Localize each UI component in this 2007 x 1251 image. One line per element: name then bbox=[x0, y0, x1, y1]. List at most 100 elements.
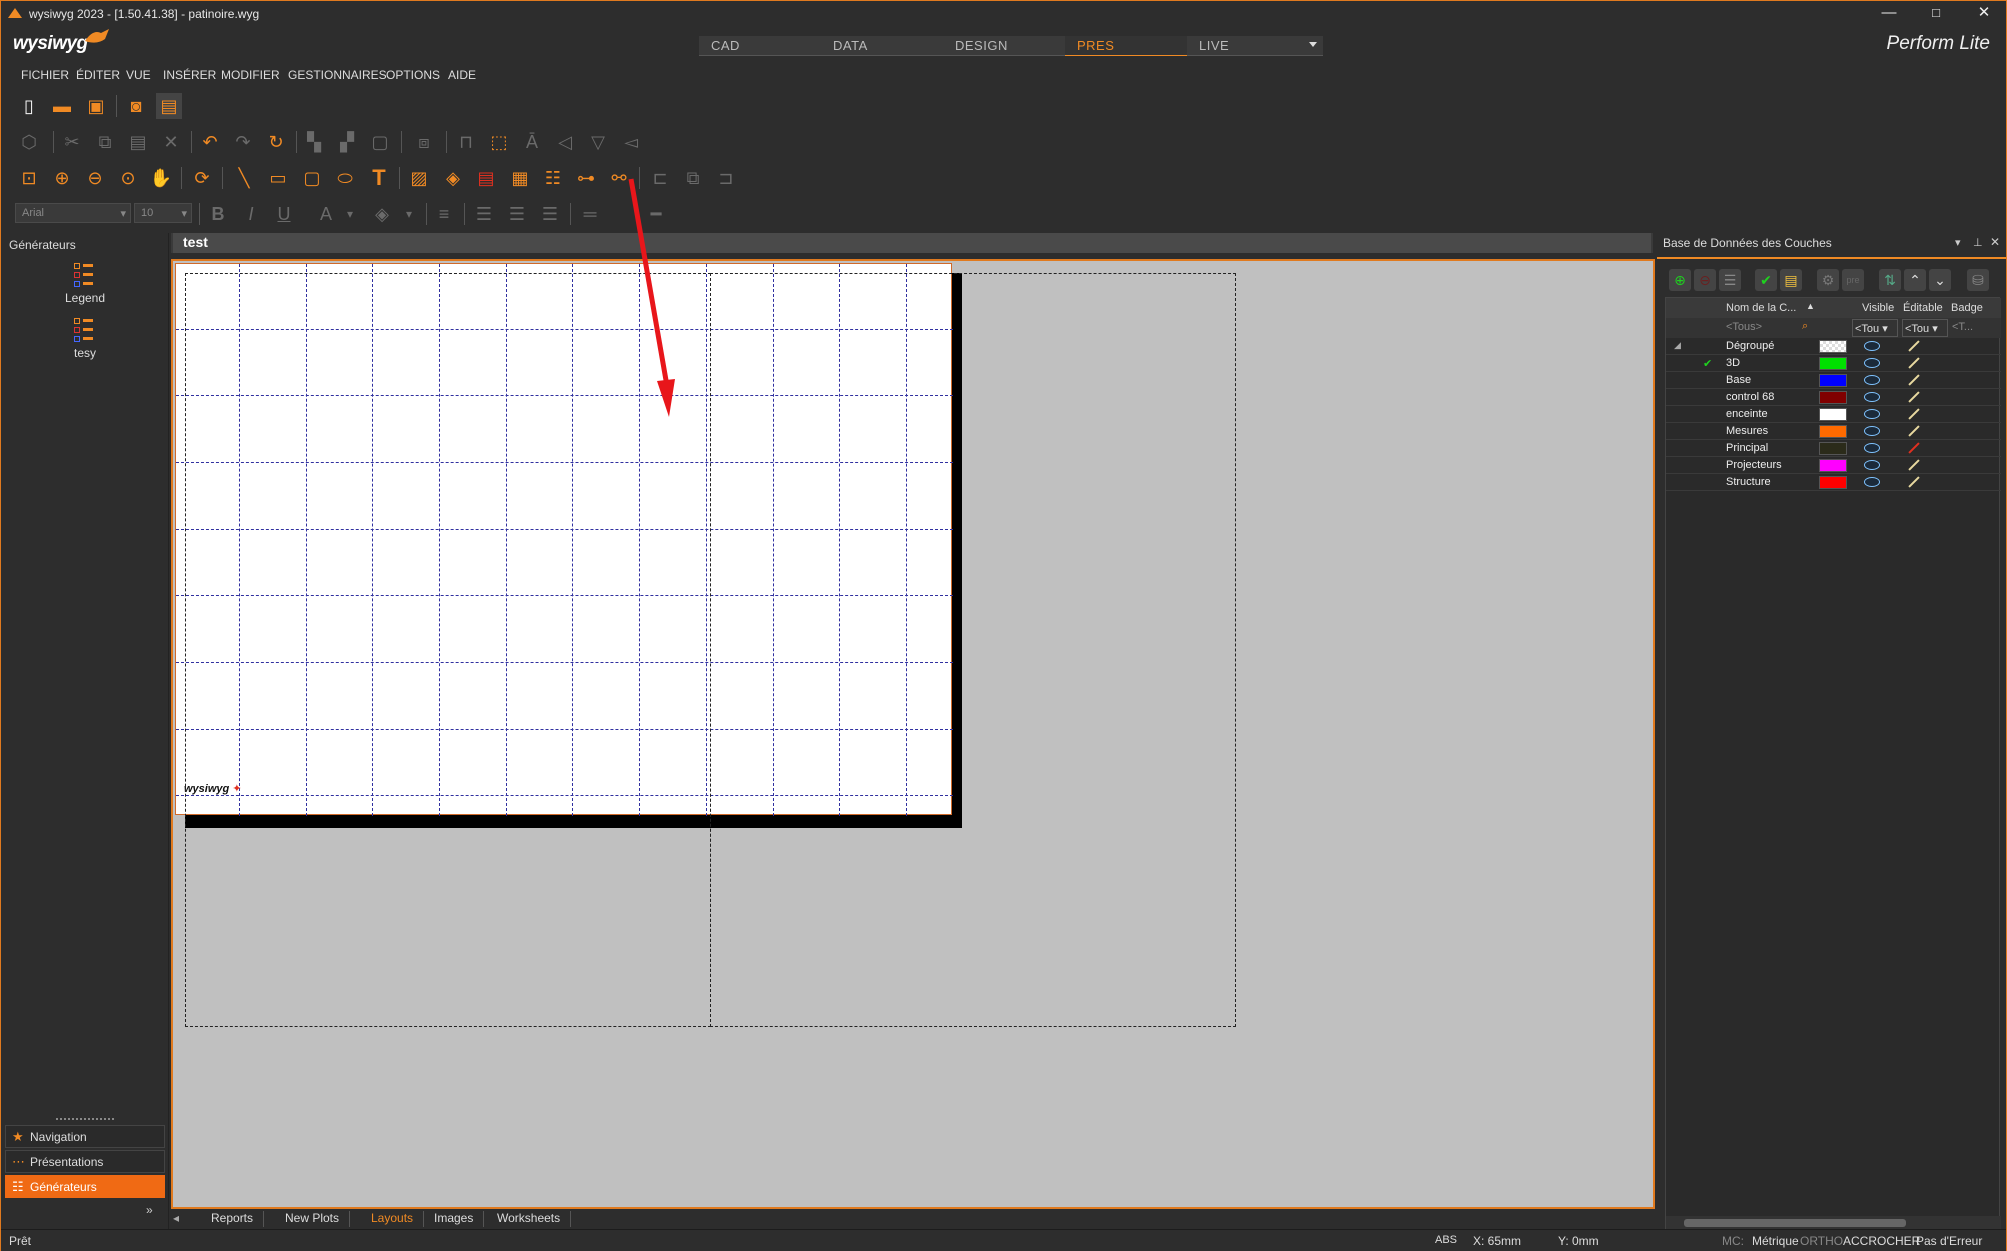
menu-gestionnaires[interactable]: GESTIONNAIRES bbox=[288, 68, 387, 82]
layer-color-swatch[interactable] bbox=[1819, 357, 1847, 370]
nav-presentations-button[interactable]: ⋯ Présentations bbox=[5, 1150, 165, 1173]
zoom-extents-icon[interactable]: ⊡ bbox=[16, 165, 42, 191]
generator-legend[interactable]: Legend bbox=[1, 261, 169, 305]
align-center-icon[interactable]: ☰ bbox=[504, 201, 530, 227]
nav-navigation-button[interactable]: ★ Navigation bbox=[5, 1125, 165, 1148]
status-snap[interactable]: ACCROCHER bbox=[1843, 1234, 1920, 1248]
layer-color-swatch[interactable] bbox=[1819, 408, 1847, 421]
text-color-icon[interactable]: A bbox=[313, 201, 339, 227]
filter-visible-select[interactable]: <Tou ▾ bbox=[1852, 319, 1898, 337]
insert-table-icon[interactable]: ▦ bbox=[507, 165, 533, 191]
select-box-icon[interactable]: ⬚ bbox=[486, 129, 512, 155]
layer-row[interactable]: Base bbox=[1666, 372, 2001, 389]
close-button[interactable]: ✕ bbox=[1969, 3, 1999, 23]
panel-menu-icon[interactable]: ▾ bbox=[1955, 236, 1961, 249]
tab-worksheets[interactable]: Worksheets bbox=[487, 1211, 572, 1227]
filter-name-input[interactable]: <Tous> bbox=[1726, 321, 1762, 333]
align-right-tool-icon[interactable]: ⊐ bbox=[713, 165, 739, 191]
insert-legend-icon[interactable]: ☷ bbox=[540, 165, 566, 191]
layer-name[interactable]: Projecteurs bbox=[1726, 459, 1782, 471]
visible-eye-icon[interactable] bbox=[1864, 443, 1880, 453]
layer-color-swatch[interactable] bbox=[1819, 459, 1847, 472]
maximize-button[interactable]: □ bbox=[1921, 3, 1951, 23]
paste-icon[interactable]: ▤ bbox=[125, 129, 151, 155]
rotate-icon[interactable]: ⟳ bbox=[189, 165, 215, 191]
flip-vertical-icon[interactable]: ▽ bbox=[585, 129, 611, 155]
layer-color-swatch[interactable] bbox=[1819, 442, 1847, 455]
editable-pencil-icon[interactable] bbox=[1908, 459, 1920, 471]
menu-fichier[interactable]: FICHIER bbox=[21, 68, 69, 82]
text-tool-icon[interactable]: T bbox=[366, 165, 392, 191]
delete-icon[interactable]: ✕ bbox=[158, 129, 184, 155]
tab-reports[interactable]: Reports bbox=[201, 1211, 265, 1227]
minimize-button[interactable]: — bbox=[1874, 3, 1904, 23]
editable-pencil-icon[interactable] bbox=[1908, 340, 1920, 352]
layer-color-swatch[interactable] bbox=[1819, 391, 1847, 404]
mode-live[interactable]: LIVE bbox=[1187, 36, 1323, 56]
tab-new-plots[interactable]: New Plots bbox=[275, 1211, 351, 1227]
layer-name[interactable]: Principal bbox=[1726, 442, 1768, 454]
col-name[interactable]: Nom de la C... bbox=[1726, 302, 1796, 314]
layer-color-swatch[interactable] bbox=[1819, 425, 1847, 438]
move-down-icon[interactable]: ⌄ bbox=[1929, 269, 1951, 291]
mode-pres[interactable]: PRES bbox=[1065, 36, 1201, 56]
visible-eye-icon[interactable] bbox=[1864, 460, 1880, 470]
menu-inserer[interactable]: INSÉRER bbox=[163, 68, 216, 82]
layer-name[interactable]: Dégroupé bbox=[1726, 340, 1774, 352]
locked-pencil-icon[interactable] bbox=[1908, 442, 1920, 454]
status-errors[interactable]: Pas d'Erreur bbox=[1916, 1234, 1982, 1248]
menu-vue[interactable]: VUE bbox=[126, 68, 151, 82]
align-right-icon[interactable]: ☰ bbox=[537, 201, 563, 227]
new-file-icon[interactable]: ▯ bbox=[16, 93, 42, 119]
print-icon[interactable]: ▤ bbox=[156, 93, 182, 119]
visible-eye-icon[interactable] bbox=[1864, 477, 1880, 487]
bold-icon[interactable]: B bbox=[205, 201, 231, 227]
visible-eye-icon[interactable] bbox=[1864, 341, 1880, 351]
insert-image-icon[interactable]: ▨ bbox=[406, 165, 432, 191]
line-icon[interactable]: ╲ bbox=[231, 165, 257, 191]
properties-icon[interactable]: ▢ bbox=[367, 129, 393, 155]
paragraph-icon[interactable]: ≡ bbox=[431, 201, 457, 227]
font-size-select[interactable]: 10 ▾ bbox=[134, 203, 192, 223]
mode-cad[interactable]: CAD bbox=[699, 36, 835, 56]
editable-pencil-icon[interactable] bbox=[1908, 408, 1920, 420]
nav-generators-button[interactable]: ☷ Générateurs bbox=[5, 1175, 165, 1198]
font-name-select[interactable]: Arial ▾ bbox=[15, 203, 131, 223]
text-style-icon[interactable]: Ā bbox=[519, 129, 545, 155]
italic-icon[interactable]: I bbox=[238, 201, 264, 227]
tab-images[interactable]: Images bbox=[424, 1211, 485, 1227]
sort-icon[interactable]: ⇅ bbox=[1879, 269, 1901, 291]
arrange-icon[interactable]: ⧈ bbox=[411, 129, 437, 155]
expand-chevron-icon[interactable]: » bbox=[146, 1203, 153, 1217]
zoom-in-icon[interactable]: ⊕ bbox=[49, 165, 75, 191]
col-visible[interactable]: Visible bbox=[1862, 302, 1894, 314]
mode-design[interactable]: DESIGN bbox=[943, 36, 1079, 56]
visible-eye-icon[interactable] bbox=[1864, 426, 1880, 436]
save-icon[interactable]: ▣ bbox=[83, 93, 109, 119]
visible-eye-icon[interactable] bbox=[1864, 375, 1880, 385]
layer-name[interactable]: enceinte bbox=[1726, 408, 1768, 420]
menu-editer[interactable]: ÉDITER bbox=[76, 68, 120, 82]
insert-3d-view-icon[interactable]: ◈ bbox=[440, 165, 466, 191]
layout-canvas[interactable]: wysiwyg ✦ bbox=[171, 259, 1655, 1209]
set-current-icon[interactable]: ✔ bbox=[1755, 269, 1777, 291]
add-layer-icon[interactable]: ⊕ bbox=[1669, 269, 1691, 291]
editable-pencil-icon[interactable] bbox=[1908, 425, 1920, 437]
editable-pencil-icon[interactable] bbox=[1908, 357, 1920, 369]
filter-editable-select[interactable]: <Tou ▾ bbox=[1902, 319, 1948, 337]
layer-color-swatch[interactable] bbox=[1819, 374, 1847, 387]
horizontal-scrollbar[interactable] bbox=[1666, 1216, 2001, 1230]
document-tab[interactable]: test bbox=[173, 233, 1651, 253]
layer-row[interactable]: ✔ 3D bbox=[1666, 355, 2001, 372]
layer-row[interactable]: control 68 bbox=[1666, 389, 2001, 406]
move-up-icon[interactable]: ⌃ bbox=[1904, 269, 1926, 291]
pre-icon[interactable]: pre bbox=[1842, 269, 1864, 291]
filter-icon[interactable]: ☰ bbox=[1719, 269, 1741, 291]
layer-color-swatch[interactable] bbox=[1819, 476, 1847, 489]
underline-icon[interactable]: U bbox=[271, 201, 297, 227]
col-badge[interactable]: Badge bbox=[1951, 302, 1983, 314]
insert-generator-icon[interactable]: ⊶ bbox=[573, 165, 599, 191]
layer-color-swatch[interactable] bbox=[1819, 340, 1847, 353]
mode-data[interactable]: DATA bbox=[821, 36, 957, 56]
layer-row[interactable]: Projecteurs bbox=[1666, 457, 2001, 474]
